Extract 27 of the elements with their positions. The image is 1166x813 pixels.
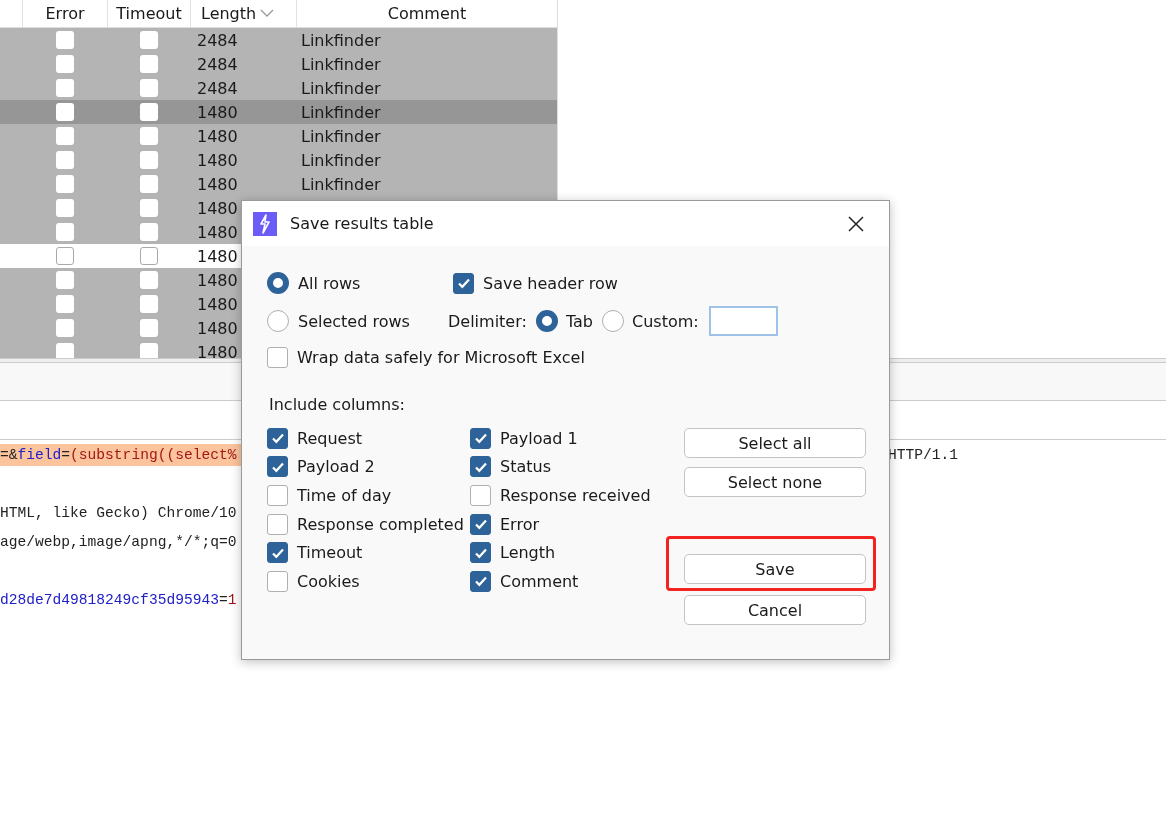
table-cell: 1480 [197,294,238,314]
field-label: Delimiter: [448,311,527,331]
table-cell: Linkfinder [301,30,381,50]
table-cell: 2484 [197,30,238,50]
table-cell: 1480 [197,342,238,358]
table-cell: 1480 [197,102,238,122]
table-cell: Linkfinder [301,78,381,98]
table-cell: 1480 [197,174,238,194]
table-cell: Linkfinder [301,174,381,194]
table-cell: 1480 [197,222,238,242]
table-cell: 2484 [197,54,238,74]
dialog-title: Save results table [290,214,435,233]
table-cell: Linkfinder [301,54,381,74]
table-cell: 1480 [197,318,238,338]
code-line: d28de7d49818249cf35d95943=1 [0,590,238,610]
code-line: age/webp,image/apng,*/*;q=0 [0,532,238,552]
code-line: HTML, like Gecko) Chrome/10 [0,503,238,523]
table-cell: 1480 [197,270,238,290]
table-cell: Linkfinder [301,102,381,122]
table-cell: Linkfinder [301,126,381,146]
table-cell: 2484 [197,78,238,98]
table-cell: 1480 [197,150,238,170]
section-label: Include columns: [269,395,406,414]
table-cell: 1480 [197,126,238,146]
table-cell: 1480 [197,246,238,266]
table-cell: 1480 [197,198,238,218]
table-cell: Linkfinder [301,150,381,170]
